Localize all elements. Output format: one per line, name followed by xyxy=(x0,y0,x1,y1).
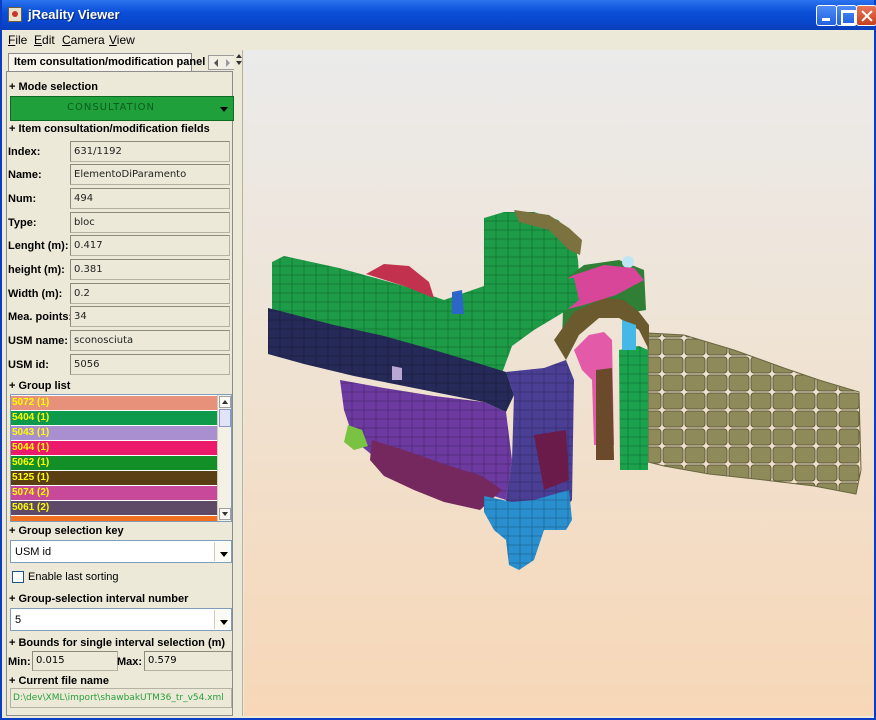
3d-model-render xyxy=(268,210,862,570)
field-usm-id[interactable]: 5056 xyxy=(70,354,230,375)
light-sphere xyxy=(622,256,634,268)
list-item[interactable]: 5043 (1) xyxy=(11,426,218,440)
group-key-value: USM id xyxy=(15,546,52,558)
field-usm-name[interactable]: sconosciuta xyxy=(70,330,230,351)
list-item[interactable]: 5044 (1) xyxy=(11,441,218,455)
field-label-height: height (m): xyxy=(8,264,65,276)
app-window: jReality Viewer File Edit Camera View It… xyxy=(0,0,876,720)
scroll-left-icon[interactable] xyxy=(214,59,218,67)
scroll-right-icon[interactable] xyxy=(226,59,230,67)
field-height[interactable]: 0.381 xyxy=(70,259,230,280)
min-input[interactable]: 0.015 xyxy=(32,651,118,671)
app-icon xyxy=(8,7,22,22)
list-item[interactable] xyxy=(11,516,218,521)
field-mea-points[interactable]: 34 xyxy=(70,306,230,327)
lavender-block xyxy=(392,366,402,380)
field-label-mea-points: Mea. points: xyxy=(8,311,73,323)
field-label-num: Num: xyxy=(8,193,37,205)
blue-block xyxy=(452,290,464,314)
list-item[interactable]: 5125 (1) xyxy=(11,471,218,485)
field-num[interactable]: 494 xyxy=(70,188,230,209)
fields-section-title: + Item consultation/modification fields xyxy=(9,123,210,135)
list-item[interactable]: 5062 (1) xyxy=(11,456,218,470)
tab-scroll-buttons xyxy=(208,55,236,70)
group-list[interactable]: 5072 (1) 5404 (1) 5043 (1) 5044 (1) 5062… xyxy=(10,394,232,522)
field-type[interactable]: bloc xyxy=(70,212,230,233)
interval-value: 5 xyxy=(15,614,22,626)
max-input[interactable]: 0.579 xyxy=(144,651,232,671)
menu-file[interactable]: File xyxy=(8,33,27,47)
interval-select[interactable]: 5 xyxy=(10,608,232,631)
collapse-down-icon[interactable] xyxy=(236,61,242,65)
mode-section-title: + Mode selection xyxy=(9,81,98,93)
group-key-section-title: + Group selection key xyxy=(9,525,124,537)
blue-pillar-top xyxy=(622,320,636,350)
checkbox-icon[interactable] xyxy=(12,571,24,583)
item-panel: Item consultation/modification panel + M… xyxy=(4,50,236,716)
collapse-up-icon[interactable] xyxy=(236,54,242,58)
menu-camera[interactable]: Camera xyxy=(62,33,105,47)
minimize-icon[interactable] xyxy=(816,5,837,26)
blue-base-bricks xyxy=(484,490,572,570)
max-label: Max: xyxy=(117,656,143,668)
list-item[interactable]: 5074 (2) xyxy=(11,486,218,500)
field-label-width: Width (m): xyxy=(8,288,63,300)
field-width[interactable]: 0.2 xyxy=(70,283,230,304)
menu-edit[interactable]: Edit xyxy=(34,33,55,47)
close-icon[interactable] xyxy=(856,5,876,26)
panel-splitter[interactable] xyxy=(234,50,243,716)
bounds-section-title: + Bounds for single interval selection (… xyxy=(9,637,226,649)
current-file-name: D:\dev\XML\import\shawbakUTM36_tr_v54.xm… xyxy=(10,688,232,708)
list-item[interactable]: 5072 (1) xyxy=(11,396,218,410)
window-title: jReality Viewer xyxy=(28,7,120,22)
dropdown-arrow-icon[interactable] xyxy=(214,610,230,629)
enable-sorting-label[interactable]: Enable last sorting xyxy=(28,571,119,583)
field-label-name: Name: xyxy=(8,169,42,181)
menu-bar: File Edit Camera View xyxy=(2,30,874,50)
group-list-section-title: + Group list xyxy=(9,380,71,392)
field-label-type: Type: xyxy=(8,217,37,229)
arch-brown-jamb xyxy=(596,368,614,460)
scroll-thumb[interactable] xyxy=(219,409,231,427)
green-pillar-bricks xyxy=(619,346,648,470)
list-item[interactable]: 5061 (2) xyxy=(11,501,218,515)
title-bar[interactable]: jReality Viewer xyxy=(2,0,876,30)
interval-section-title: + Group-selection interval number xyxy=(9,593,189,605)
dropdown-arrow-icon[interactable] xyxy=(214,542,230,561)
field-index[interactable]: 631/1192 xyxy=(70,141,230,162)
dropdown-arrow-icon[interactable] xyxy=(215,97,233,120)
field-length[interactable]: 0.417 xyxy=(70,235,230,256)
min-label: Min: xyxy=(8,656,31,668)
field-label-index: Index: xyxy=(8,146,41,158)
mode-value: CONSULTATION xyxy=(66,102,155,113)
group-list-scrollbar[interactable] xyxy=(217,395,231,521)
file-section-title: + Current file name xyxy=(9,675,109,687)
group-key-select[interactable]: USM id xyxy=(10,540,232,563)
tab-item-consultation[interactable]: Item consultation/modification panel xyxy=(8,53,205,71)
field-label-length: Lenght (m): xyxy=(8,240,69,252)
3d-viewport[interactable] xyxy=(244,50,874,716)
maximize-icon[interactable] xyxy=(836,5,857,26)
field-label-usm-id: USM id: xyxy=(8,359,49,371)
menu-view[interactable]: View xyxy=(109,33,135,47)
scroll-up-icon[interactable] xyxy=(219,396,231,408)
field-label-usm-name: USM name: xyxy=(8,335,68,347)
field-name[interactable]: ElementoDiParamento xyxy=(70,164,230,185)
list-item[interactable]: 5404 (1) xyxy=(11,411,218,425)
mode-select[interactable]: CONSULTATION xyxy=(10,96,234,121)
scroll-down-icon[interactable] xyxy=(219,508,231,520)
